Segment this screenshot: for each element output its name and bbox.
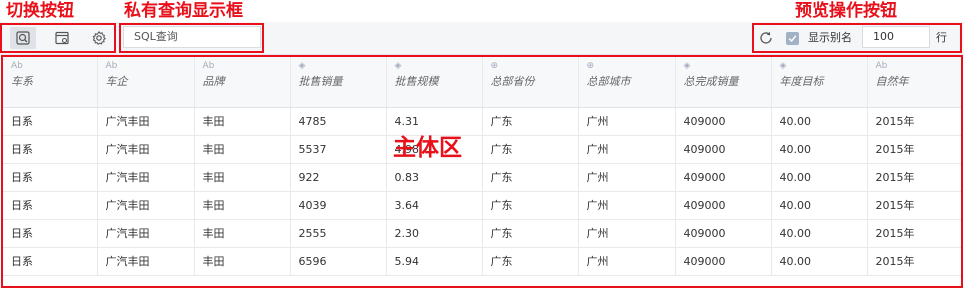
annotation-private-query-box: 私有查询显示框 (124, 1, 243, 21)
sql-query-box[interactable]: SQL查询 (123, 26, 261, 48)
preview-buttons-highlight (752, 23, 962, 53)
settings-gear-icon (92, 30, 106, 46)
settings-button[interactable] (86, 27, 112, 49)
query-preview-icon (16, 31, 30, 45)
refresh-icon (760, 31, 772, 44)
toolbar: SQL查询 显示别名 100 行 (0, 22, 964, 55)
data-preview-icon (55, 31, 69, 45)
annotation-switch-buttons: 切换按钮 (6, 1, 74, 21)
checkmark-icon (788, 35, 797, 43)
row-unit-label: 行 (936, 31, 947, 44)
refresh-button[interactable] (753, 27, 779, 49)
data-preview-button[interactable] (49, 27, 75, 49)
annotation-main-area: 主体区 (393, 135, 462, 161)
show-alias-label: 显示别名 (808, 31, 852, 44)
query-preview-button[interactable] (10, 27, 36, 49)
main-area-highlight (1, 55, 963, 288)
main-area: Ab 车系 Ab 车企 Ab 品牌 ◈ 批售销量 ◈ 批售规模 ⊕ 总部省份 ⊕ 总部城市 ◈… (0, 55, 964, 288)
annotation-preview-buttons: 预览操作按钮 (795, 1, 897, 21)
row-count-input[interactable]: 100 (862, 26, 930, 48)
show-alias-checkbox[interactable] (786, 32, 799, 45)
